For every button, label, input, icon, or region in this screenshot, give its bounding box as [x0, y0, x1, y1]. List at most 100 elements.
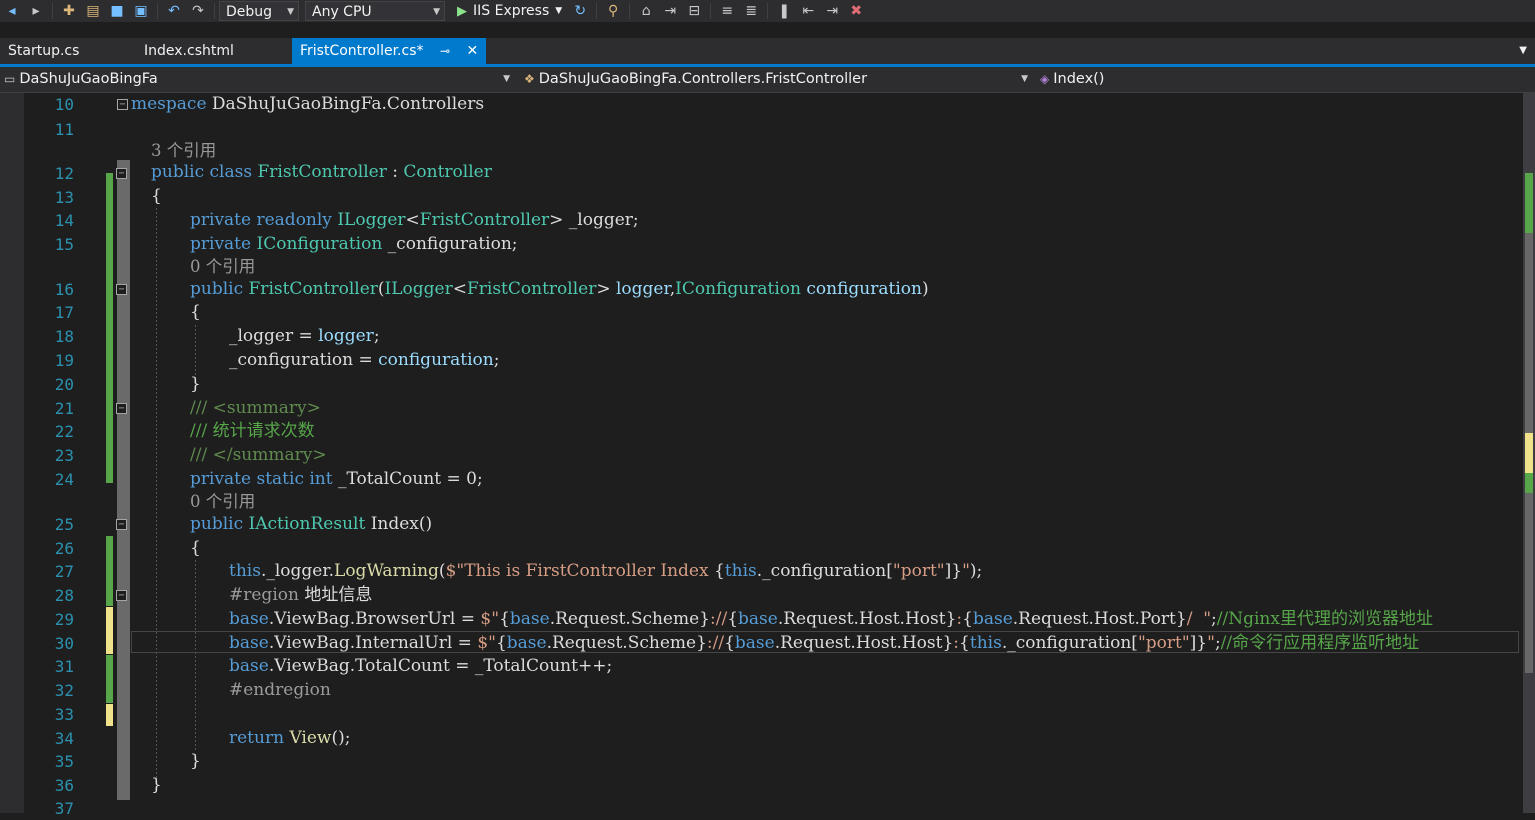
forward-icon[interactable]: ▸ [27, 2, 45, 20]
collapse-icon[interactable]: − [117, 99, 128, 110]
codelens-references[interactable]: 0 个引用 [190, 256, 255, 278]
step-icon[interactable]: ⇥ [661, 2, 679, 20]
line-number: 26 [54, 539, 74, 558]
line-number: 19 [54, 351, 74, 370]
code-line: public FristController(ILogger<FristCont… [190, 279, 929, 299]
toolbar-separator [157, 3, 158, 19]
toolbar-separator [52, 3, 53, 19]
toolbar-separator [214, 3, 215, 19]
main-toolbar: ◂ ▸ ✚ ▤ ■ ▣ ↶ ↷ Debug ▼ Any CPU ▼ ▶ IIS … [0, 0, 1535, 22]
line-number: 22 [54, 422, 74, 441]
line-number: 30 [54, 634, 74, 653]
line-number: 20 [54, 375, 74, 394]
line-number: 24 [54, 470, 74, 489]
line-number: 37 [54, 799, 74, 818]
refresh-icon[interactable]: ↻ [571, 2, 589, 20]
browser-link-icon[interactable]: ⚲ [604, 2, 622, 20]
code-line: _logger = logger; [229, 326, 380, 346]
codelens-references[interactable]: 0 个引用 [190, 491, 255, 513]
close-icon[interactable]: ✕ [466, 43, 478, 59]
tab-overflow-icon[interactable]: ▼ [1519, 38, 1527, 64]
type-dropdown[interactable]: ❖ DaShuJuGaoBingFa.Controllers.FristContr… [524, 67, 1032, 92]
tab-fristcontroller[interactable]: FristController.cs* ⊸ ✕ [292, 38, 487, 64]
configuration-select[interactable]: Debug ▼ [219, 1, 299, 21]
tab-startup[interactable]: Startup.cs [0, 38, 87, 64]
redo-icon[interactable]: ↷ [189, 2, 207, 20]
collapse-icon[interactable]: − [116, 168, 127, 179]
code-line: /// <summary> [190, 398, 321, 418]
prev-bookmark-icon[interactable]: ⇤ [799, 2, 817, 20]
member-label: Index() [1053, 71, 1105, 87]
chevron-down-icon: ▼ [503, 74, 510, 84]
change-marker-unsaved [106, 607, 113, 654]
code-line: #region 地址信息 [229, 585, 373, 605]
code-line: return View(); [229, 728, 351, 748]
code-line: base.ViewBag.BrowserUrl = $"{base.Reques… [229, 609, 1433, 629]
outline-margin [117, 160, 130, 800]
new-item-icon[interactable]: ✚ [60, 2, 78, 20]
code-line: private readonly ILogger<FristController… [190, 210, 639, 230]
line-number: 32 [54, 681, 74, 700]
code-editor[interactable]: 10 11 12 13 14 15 16 17 18 19 20 21 22 2… [0, 93, 1535, 818]
code-line: this._logger.LogWarning($"This is FirstC… [229, 561, 983, 581]
code-line: public class FristController : Controlle… [151, 162, 492, 182]
home-icon[interactable]: ⌂ [637, 2, 655, 20]
run-target-label: IIS Express [473, 3, 550, 19]
scroll-change-marker [1525, 433, 1533, 473]
align-icon[interactable]: ⊟ [685, 2, 703, 20]
line-number: 33 [54, 705, 74, 724]
uncomment-icon[interactable]: ≣ [742, 2, 760, 20]
open-icon[interactable]: ▤ [84, 2, 102, 20]
code-line: } [190, 374, 201, 394]
collapse-icon[interactable]: − [116, 284, 127, 295]
codelens-references[interactable]: 3 个引用 [151, 140, 216, 162]
save-icon[interactable]: ■ [108, 2, 126, 20]
clear-bookmark-icon[interactable]: ✖ [847, 2, 865, 20]
project-label: DaShuJuGaoBingFa [19, 71, 158, 87]
scroll-change-marker [1525, 473, 1533, 493]
toolbar-separator [767, 3, 769, 19]
comment-icon[interactable]: ≡ [718, 2, 736, 20]
navigation-bar: ▭ DaShuJuGaoBingFa ▼ ❖ DaShuJuGaoBingFa.Co… [0, 67, 1535, 93]
code-line: mespace DaShuJuGaoBingFa.Controllers [131, 94, 485, 114]
code-line: #endregion [229, 680, 331, 700]
change-marker-saved [106, 655, 113, 703]
chevron-down-icon: ▼ [287, 7, 294, 17]
pin-icon[interactable]: ⊸ [440, 44, 450, 58]
code-line: _configuration = configuration; [229, 350, 500, 370]
line-number: 16 [54, 280, 74, 299]
collapse-icon[interactable]: − [116, 590, 127, 601]
run-button[interactable]: ▶ IIS Express ▼ [457, 3, 562, 19]
code-line: private IConfiguration _configuration; [190, 234, 518, 254]
line-number: 28 [54, 586, 74, 605]
project-dropdown[interactable]: ▭ DaShuJuGaoBingFa ▼ [4, 67, 514, 92]
back-icon[interactable]: ◂ [3, 2, 21, 20]
type-label: DaShuJuGaoBingFa.Controllers.FristContro… [538, 71, 868, 87]
line-number: 10 [54, 95, 74, 114]
change-marker-saved [106, 536, 113, 606]
undo-icon[interactable]: ↶ [165, 2, 183, 20]
line-number: 34 [54, 729, 74, 748]
chevron-down-icon: ▼ [433, 7, 440, 17]
line-number: 23 [54, 446, 74, 465]
method-icon: ◈ [1040, 72, 1050, 86]
next-bookmark-icon[interactable]: ⇥ [823, 2, 841, 20]
project-icon: ▭ [4, 72, 16, 86]
collapse-icon[interactable]: − [116, 519, 127, 530]
save-all-icon[interactable]: ▣ [132, 2, 150, 20]
platform-select[interactable]: Any CPU ▼ [305, 1, 445, 21]
member-dropdown[interactable]: ◈ Index() [1040, 67, 1520, 92]
indent-guide [195, 325, 196, 375]
bookmark-icon[interactable]: ❚ [775, 2, 793, 20]
collapse-icon[interactable]: − [116, 403, 127, 414]
tab-label: FristController.cs* [300, 43, 424, 59]
tab-index-cshtml[interactable]: Index.cshtml [136, 38, 242, 64]
line-number: 31 [54, 657, 74, 676]
indent-guide [156, 208, 157, 778]
toolbar-separator [596, 3, 598, 19]
line-number: 36 [54, 776, 74, 795]
glyph-margin [0, 93, 24, 813]
line-number: 25 [54, 515, 74, 534]
toolbar-separator [710, 3, 712, 19]
vertical-scrollbar[interactable] [1523, 93, 1535, 813]
